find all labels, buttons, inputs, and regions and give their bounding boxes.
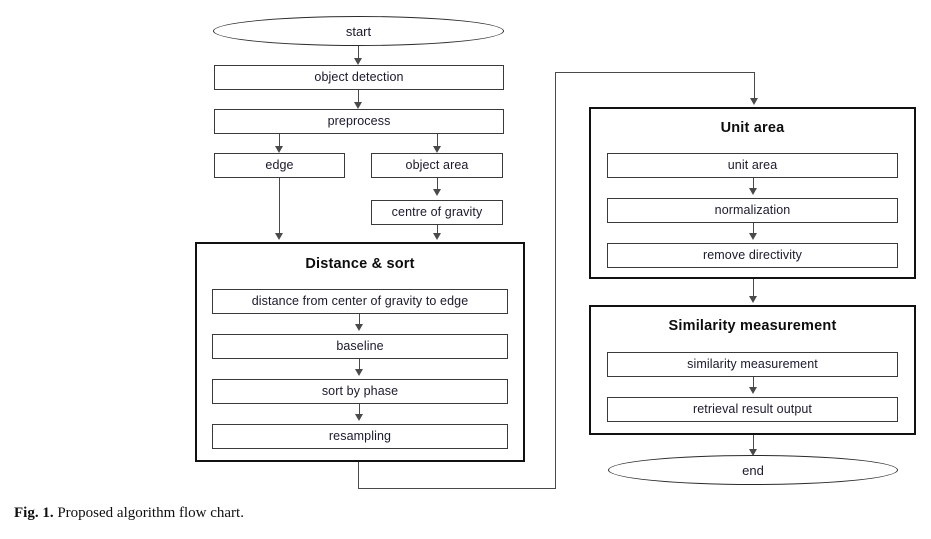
node-sort-by-phase: sort by phase bbox=[212, 379, 508, 404]
node-sort-by-phase-label: sort by phase bbox=[321, 384, 399, 399]
node-normalization-label: normalization bbox=[714, 203, 791, 218]
node-preprocess-label: preprocess bbox=[327, 114, 391, 129]
node-object-area: object area bbox=[371, 153, 503, 178]
arrowhead-object-area bbox=[433, 146, 441, 153]
node-distance-from-center-of-gravity-to-edge-label: distance from center of gravity to edge bbox=[251, 294, 469, 309]
terminator-start: start bbox=[213, 16, 504, 46]
figure-caption-text: Proposed algorithm flow chart. bbox=[57, 505, 244, 521]
node-centre-of-gravity: centre of gravity bbox=[371, 200, 503, 225]
connector-distance-group-exit-down bbox=[358, 462, 359, 489]
figure-caption-label: Fig. 1. bbox=[14, 505, 54, 521]
group-distance-and-sort-title: Distance & sort bbox=[305, 256, 415, 272]
flowchart-figure: start object detection preprocess edge o… bbox=[0, 0, 931, 539]
connector-distance-group-exit-right bbox=[358, 488, 556, 489]
arrowhead-preprocess bbox=[354, 102, 362, 109]
arrowhead-centre-of-gravity bbox=[433, 189, 441, 196]
node-preprocess: preprocess bbox=[214, 109, 504, 134]
arrowhead-remove-directivity bbox=[749, 233, 757, 240]
node-baseline-label: baseline bbox=[336, 339, 384, 354]
node-retrieval-result-output-label: retrieval result output bbox=[692, 402, 813, 417]
figure-caption: Fig. 1. Proposed algorithm flow chart. bbox=[14, 505, 244, 522]
terminator-end: end bbox=[608, 455, 898, 485]
node-centre-of-gravity-label: centre of gravity bbox=[391, 205, 483, 220]
terminator-end-label: end bbox=[742, 462, 764, 478]
group-similarity-measurement-title: Similarity measurement bbox=[668, 318, 837, 334]
arrowhead-sort-by-phase bbox=[355, 369, 363, 376]
node-object-detection: object detection bbox=[214, 65, 504, 90]
node-distance-from-center-of-gravity-to-edge: distance from center of gravity to edge bbox=[212, 289, 508, 314]
node-resampling-label: resampling bbox=[328, 429, 392, 444]
connector-into-unit-area bbox=[754, 72, 755, 100]
node-similarity-measurement-label: similarity measurement bbox=[687, 357, 818, 372]
node-retrieval-result-output: retrieval result output bbox=[607, 397, 898, 422]
arrowhead-object-detection bbox=[354, 58, 362, 65]
arrowhead-normalization bbox=[749, 188, 757, 195]
node-unit-area: unit area bbox=[607, 153, 898, 178]
node-object-area-label: object area bbox=[405, 158, 469, 173]
node-object-detection-label: object detection bbox=[314, 70, 404, 85]
node-resampling: resampling bbox=[212, 424, 508, 449]
node-remove-directivity-label: remove directivity bbox=[702, 248, 803, 263]
node-unit-area-label: unit area bbox=[727, 158, 778, 173]
connector-feedback-vertical bbox=[555, 72, 556, 489]
node-edge: edge bbox=[214, 153, 345, 178]
terminator-start-label: start bbox=[345, 23, 372, 39]
arrowhead-edge bbox=[275, 146, 283, 153]
arrowhead-resampling bbox=[355, 414, 363, 421]
node-baseline: baseline bbox=[212, 334, 508, 359]
node-normalization: normalization bbox=[607, 198, 898, 223]
group-unit-area-title: Unit area bbox=[720, 120, 785, 136]
node-edge-label: edge bbox=[265, 158, 294, 173]
arrowhead-retrieval-result-output bbox=[749, 387, 757, 394]
connector-edge-to-distance-group bbox=[279, 178, 280, 236]
arrowhead-unit-area-group bbox=[750, 98, 758, 105]
node-remove-directivity: remove directivity bbox=[607, 243, 898, 268]
connector-feedback-top-right bbox=[555, 72, 755, 73]
arrowhead-similarity-group bbox=[749, 296, 757, 303]
arrowhead-distance-group-from-gravity bbox=[433, 233, 441, 240]
arrowhead-distance-group-from-edge bbox=[275, 233, 283, 240]
node-similarity-measurement: similarity measurement bbox=[607, 352, 898, 377]
arrowhead-baseline bbox=[355, 324, 363, 331]
